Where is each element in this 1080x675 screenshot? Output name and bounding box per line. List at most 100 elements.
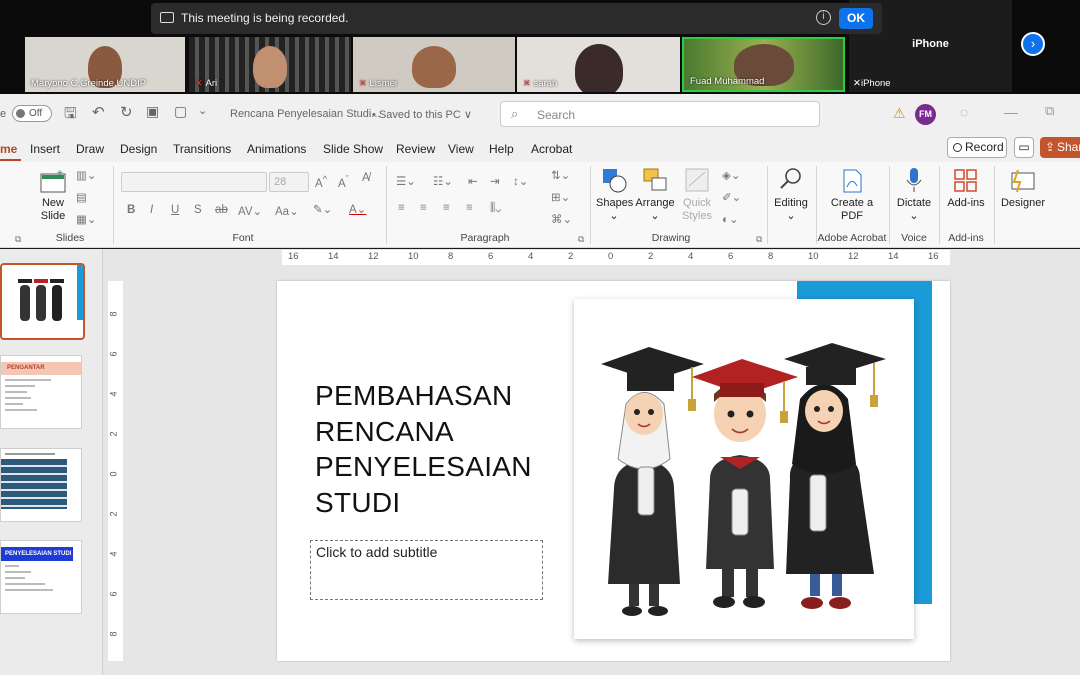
tab-review[interactable]: Review [396,142,435,156]
customize-icon[interactable]: ⌄ [198,104,207,117]
char-spacing-icon[interactable]: AV⌄ [238,204,262,218]
group-slides-label: Slides [55,232,85,244]
graduates-mini-illustration [16,279,66,329]
tab-view[interactable]: View [448,142,474,156]
reset-icon[interactable]: ▤ [76,190,87,204]
font-size-field[interactable]: 28 [269,172,309,192]
comments-button[interactable]: ▭ [1014,137,1034,158]
participant-tile[interactable]: ✕ Lismei [353,37,515,92]
search-placeholder: Search [537,108,576,122]
warning-icon[interactable]: ⚠ [893,105,906,122]
shadow-icon[interactable]: S [194,204,202,216]
shapes-button[interactable]: Shapes ⌄ [596,166,633,223]
redo-icon[interactable]: ↻ [120,103,133,121]
shrink-font-icon[interactable]: Aˇ [338,174,349,190]
ruler-tick-label: 6 [728,251,734,262]
grow-font-icon[interactable]: A^ [315,174,327,190]
restore-icon[interactable]: ⧉ [1045,103,1054,119]
italic-icon[interactable]: I [150,204,153,216]
thumb-title: PENGANTAR [1,362,81,375]
search-box[interactable]: ⌕ Search [500,101,820,127]
editing-button[interactable]: Editing ⌄ [772,166,810,223]
next-page-button[interactable]: › [1021,32,1045,56]
bold-icon[interactable]: B [127,204,135,216]
align-center-icon[interactable]: ≡ [420,202,427,214]
create-pdf-button[interactable]: Create a PDF [830,168,874,223]
meeting-strip: Maryono C.Greinde.UNDIP ✕ Ari ✕ Lismei ✕ sa… [0,0,1080,94]
justify-icon[interactable]: ≡ [466,202,473,214]
autosave-toggle[interactable]: Off [12,105,52,122]
line-spacing-icon[interactable]: ↕⌄ [513,174,528,188]
ruler-tick-label: 6 [108,591,119,597]
designer-button[interactable]: Designer [1000,168,1046,210]
info-icon[interactable]: i [816,10,831,25]
smartart-icon[interactable]: ⌘⌄ [551,212,572,226]
dialog-launcher-icon[interactable]: ⧉ [756,234,762,245]
new-slide-button[interactable]: + New Slide [34,168,72,223]
tab-acrobat[interactable]: Acrobat [531,142,572,156]
dialog-launcher-icon[interactable]: ⧉ [578,234,584,245]
slide-thumbnail[interactable] [0,263,85,340]
graduates-image[interactable] [574,299,914,639]
change-case-icon[interactable]: Aa⌄ [275,204,299,218]
font-name-field[interactable] [121,172,267,192]
shape-outline-icon[interactable]: ✐⌄ [722,190,741,204]
align-text-icon[interactable]: ⊞⌄ [551,190,570,204]
new-file-icon[interactable]: ▢ [174,103,187,120]
align-right-icon[interactable]: ≡ [443,202,450,214]
align-left-icon[interactable]: ≡ [398,202,405,214]
slide-thumbnail[interactable]: PENYELESAIAN STUDI [0,540,82,614]
undo-icon[interactable]: ↶ [92,103,105,121]
bullets-icon[interactable]: ☰⌄ [396,174,416,188]
ok-button[interactable]: OK [839,8,873,29]
tab-transitions[interactable]: Transitions [173,142,231,156]
clear-format-icon[interactable]: A̸ [362,172,370,184]
quick-styles-button[interactable]: Quick Styles [677,166,717,223]
minimize-icon[interactable]: — [1004,104,1018,120]
slide-thumbnail[interactable] [0,448,82,522]
save-icon[interactable]: 🖫 [64,103,77,128]
participant-tile[interactable]: ✕ Ari [189,37,351,92]
section-icon[interactable]: ▦⌄ [76,212,97,226]
tab-animations[interactable]: Animations [247,142,306,156]
share-button[interactable]: ⇪ Shar [1040,137,1080,158]
tab-slideshow[interactable]: Slide Show [323,142,383,156]
increase-indent-icon[interactable]: ⇥ [490,174,500,188]
tab-help[interactable]: Help [489,142,514,156]
shape-effects-icon[interactable]: ◐⌄ [722,212,739,226]
columns-icon[interactable]: ⫼⌄ [490,202,502,215]
tab-draw[interactable]: Draw [76,142,104,156]
slide-canvas[interactable]: PEMBAHASAN RENCANA PENYELESAIAN STUDI Cl… [277,281,950,661]
addins-button[interactable]: Add-ins [944,168,988,210]
tab-home[interactable]: me [0,142,22,161]
text-direction-icon[interactable]: ⇅⌄ [551,168,570,182]
shape-fill-icon[interactable]: ◈⌄ [722,168,740,182]
lightbulb-icon[interactable]: ◌ [960,104,968,120]
saved-status[interactable]: • Saved to this PC ∨ [372,108,472,121]
dialog-launcher-icon[interactable]: ⧉ [15,234,21,245]
group-voice-label: Voice [901,232,927,244]
participant-tile[interactable]: Maryono C.Greinde.UNDIP [25,37,185,92]
slide-title[interactable]: PEMBAHASAN RENCANA PENYELESAIAN STUDI [315,378,555,520]
tab-design[interactable]: Design [120,142,157,156]
arrange-button[interactable]: Arrange ⌄ [634,166,676,223]
user-avatar[interactable]: FM [915,104,936,125]
search-icon: ⌕ [511,106,519,121]
document-name[interactable]: Rencana Penyelesaian Studi... [230,108,380,120]
record-button[interactable]: Record [947,137,1007,158]
underline-icon[interactable]: U [171,204,179,216]
subtitle-placeholder[interactable]: Click to add subtitle [310,540,543,600]
decrease-indent-icon[interactable]: ⇤ [468,174,478,188]
tab-insert[interactable]: Insert [30,142,60,156]
participant-tile-active[interactable]: Fuad Muhammad [682,37,845,92]
highlight-icon[interactable]: ✎⌄ [313,202,332,216]
dictate-button[interactable]: Dictate ⌄ [895,166,933,223]
font-color-icon[interactable]: A⌄ [349,202,366,216]
slide-thumbnail[interactable]: PENGANTAR [0,355,82,429]
addins-label: Add-ins [947,197,985,209]
present-icon[interactable]: ▣ [146,103,159,120]
strikethrough-icon[interactable]: ab [215,204,228,216]
layout-icon[interactable]: ▥⌄ [76,168,97,182]
participant-tile[interactable]: ✕ sarah [517,37,680,92]
numbering-icon[interactable]: ☷⌄ [433,174,453,188]
